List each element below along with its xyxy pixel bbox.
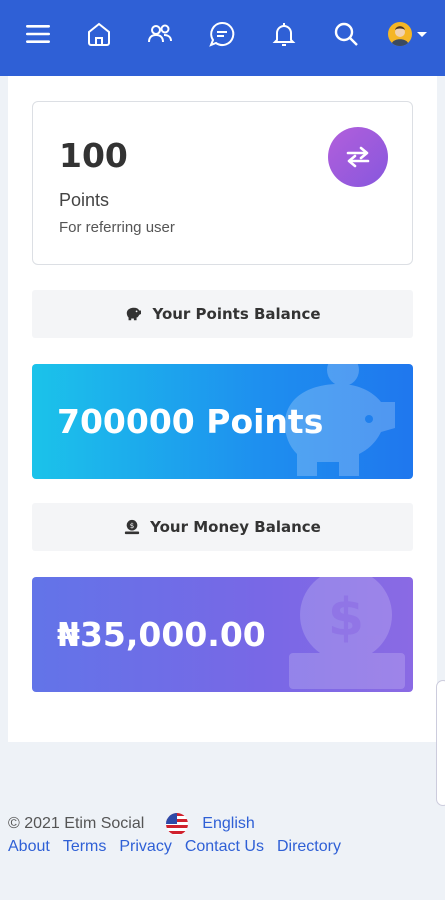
transfer-icon (346, 146, 370, 168)
piggy-bank-icon (127, 307, 142, 321)
footer-link-privacy[interactable]: Privacy (119, 838, 171, 856)
money-balance-card: $ ₦35,000.00 (32, 577, 413, 692)
footer-link-directory[interactable]: Directory (277, 838, 341, 856)
points-label: Points (59, 190, 110, 210)
points-description: For referring user (59, 219, 175, 236)
language-link[interactable]: English (202, 815, 254, 833)
money-balance-title: Your Money Balance (150, 518, 321, 536)
points-balance-card: 700000 Points (32, 364, 413, 479)
points-value: 100 (59, 136, 128, 175)
home-icon[interactable] (83, 18, 115, 50)
footer: © 2021 Etim Social English About Terms P… (8, 812, 428, 856)
us-flag-icon (166, 813, 189, 835)
chevron-down-icon[interactable] (412, 18, 432, 50)
chat-icon[interactable] (206, 18, 238, 50)
money-bag-icon: $ (125, 519, 140, 535)
footer-link-contact[interactable]: Contact Us (185, 838, 264, 856)
bell-icon[interactable] (268, 18, 300, 50)
side-drawer-handle[interactable] (436, 680, 445, 806)
users-icon[interactable] (144, 18, 176, 50)
transfer-button[interactable] (328, 127, 388, 187)
points-balance-title: Your Points Balance (152, 305, 321, 323)
points-balance-header: Your Points Balance (32, 290, 413, 338)
svg-text:$: $ (130, 521, 135, 530)
money-bag-icon: $ (289, 577, 405, 689)
copyright-text: © 2021 Etim Social (8, 815, 145, 832)
search-icon[interactable] (330, 18, 362, 50)
top-nav-bar (0, 0, 445, 76)
referral-points-card: 100 Points For referring user (32, 101, 413, 265)
money-balance-value: ₦35,000.00 (57, 615, 266, 654)
footer-link-terms[interactable]: Terms (63, 838, 107, 856)
menu-icon[interactable] (22, 18, 54, 50)
points-balance-value: 700000 Points (57, 402, 324, 441)
svg-text:$: $ (328, 588, 364, 648)
footer-link-about[interactable]: About (8, 838, 50, 856)
money-balance-header: $ Your Money Balance (32, 503, 413, 551)
